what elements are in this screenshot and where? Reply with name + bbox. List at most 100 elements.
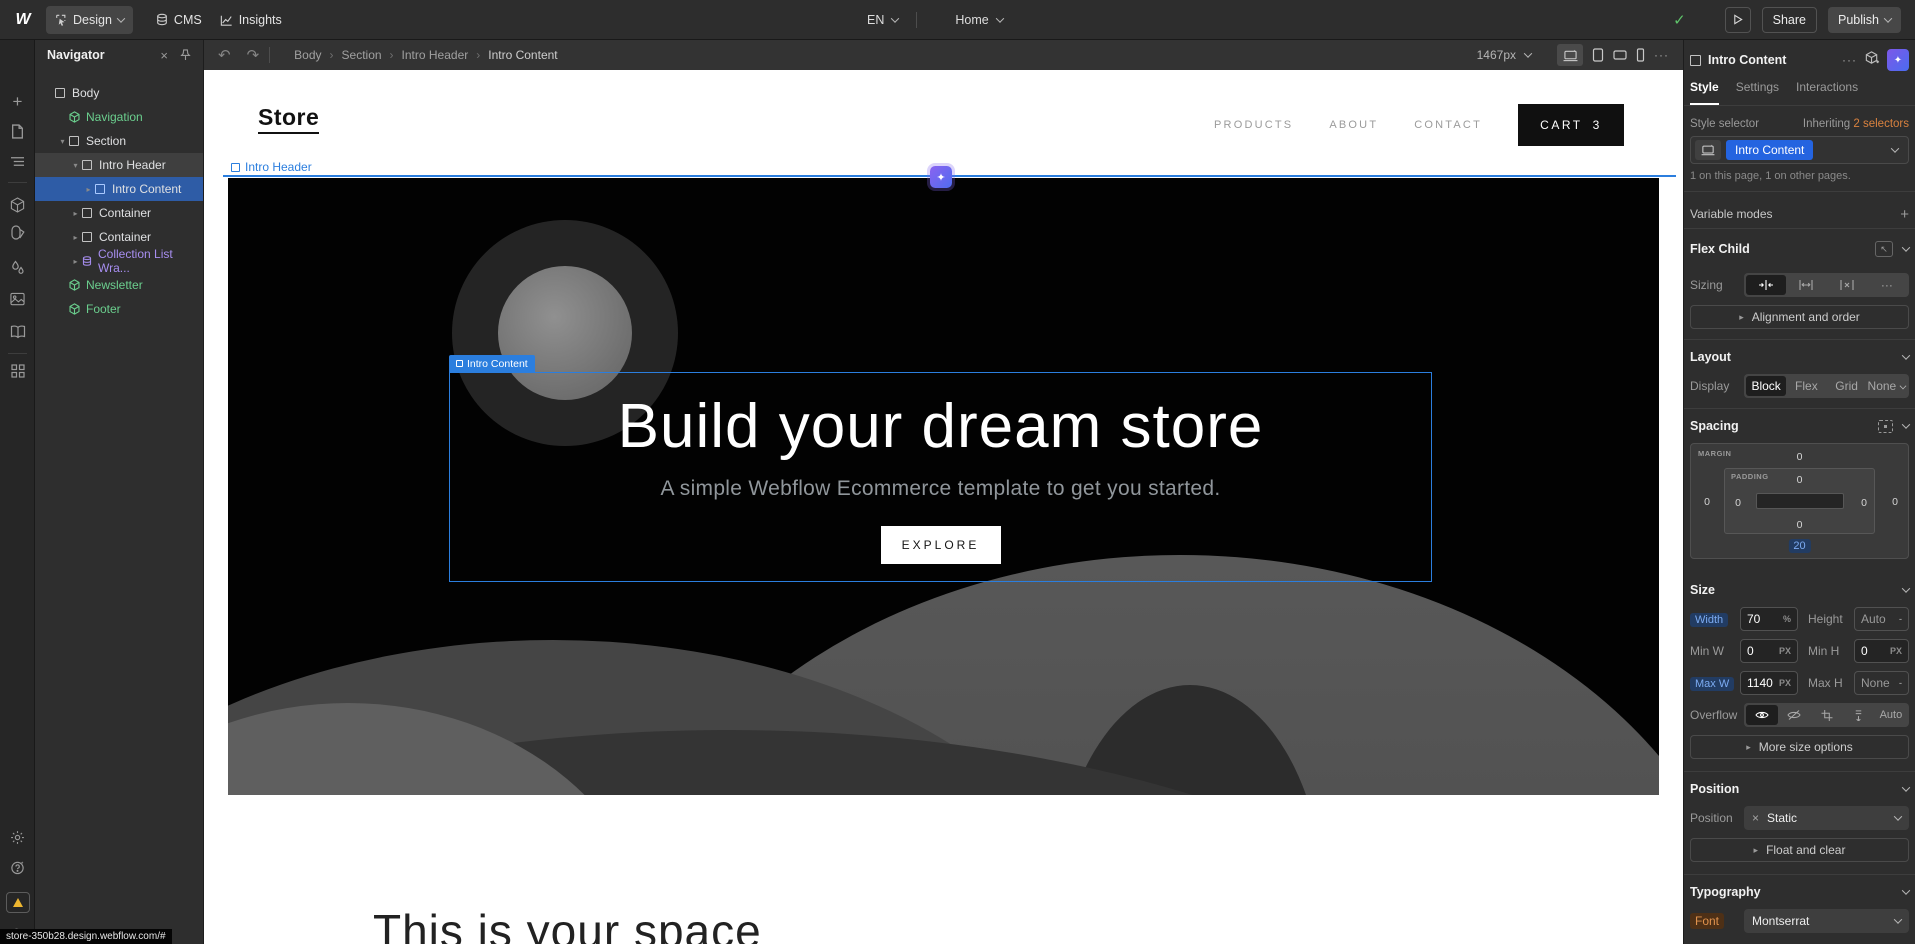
variables-icon[interactable]: [0, 260, 35, 275]
flex-parent-arrow-icon[interactable]: ↖: [1875, 241, 1893, 257]
publish-button[interactable]: Publish: [1828, 7, 1901, 33]
tree-item-container[interactable]: ▸ Container: [35, 225, 203, 249]
inherited-selectors-link[interactable]: 2 selectors: [1853, 118, 1909, 130]
add-element-icon[interactable]: +: [0, 92, 35, 112]
chevron-right-icon[interactable]: ▸: [69, 257, 82, 266]
cart-button[interactable]: CART 3: [1518, 104, 1624, 146]
tree-item-navigation[interactable]: Navigation: [35, 105, 203, 129]
tree-item-intro-content[interactable]: ▸ Intro Content: [35, 177, 203, 201]
create-component-icon[interactable]: [1864, 50, 1880, 71]
height-unit[interactable]: -: [1899, 614, 1902, 624]
ecommerce-icon[interactable]: [0, 325, 35, 339]
margin-left-value[interactable]: 0: [1704, 496, 1710, 508]
tab-style[interactable]: Style: [1690, 80, 1719, 105]
intro-content-block[interactable]: Build your dream store A simple Webflow …: [449, 372, 1432, 582]
ai-assistant-button[interactable]: ✦: [1887, 49, 1909, 71]
spacing-widget[interactable]: MARGIN 0 0 0 20 PADDING 0 0 0 0: [1690, 443, 1909, 559]
breadcrumb-intro-content[interactable]: Intro Content: [488, 48, 557, 62]
clear-icon[interactable]: ×: [1752, 811, 1759, 825]
chevron-down-icon[interactable]: [1902, 420, 1910, 428]
padding-top-value[interactable]: 0: [1797, 474, 1803, 486]
add-variable-mode-icon[interactable]: +: [1900, 206, 1909, 223]
sizing-shrink-option[interactable]: [1746, 275, 1786, 295]
padding-left-value[interactable]: 0: [1735, 497, 1741, 509]
size-section-header[interactable]: Size: [1690, 573, 1909, 607]
max-h-unit[interactable]: -: [1899, 678, 1902, 688]
design-mode-button[interactable]: Design: [46, 6, 133, 34]
position-dropdown[interactable]: × Static: [1744, 806, 1909, 830]
overflow-hidden-option[interactable]: [1778, 705, 1810, 725]
style-guide-icon[interactable]: [0, 225, 35, 240]
explore-button[interactable]: EXPLORE: [881, 526, 1001, 564]
element-menu-icon[interactable]: ···: [1842, 53, 1857, 67]
chevron-down-icon[interactable]: [995, 14, 1003, 22]
margin-bottom-value[interactable]: 20: [1788, 539, 1810, 553]
sizing-none-option[interactable]: [1827, 275, 1867, 295]
chevron-down-icon[interactable]: [1902, 243, 1910, 251]
overflow-auto-scroll-option[interactable]: [1843, 705, 1875, 725]
nav-link-contact[interactable]: CONTACT: [1414, 119, 1482, 131]
min-w-input[interactable]: 0 PX: [1740, 639, 1798, 663]
canvas-width-label[interactable]: 1467px: [1477, 48, 1516, 62]
chevron-down-icon[interactable]: ▾: [69, 161, 82, 170]
display-flex-option[interactable]: Flex: [1786, 376, 1826, 396]
margin-top-value[interactable]: 0: [1797, 451, 1803, 463]
class-selector-field[interactable]: Intro Content: [1690, 136, 1909, 164]
close-icon[interactable]: ×: [160, 48, 168, 63]
tree-item-intro-header[interactable]: ▾ Intro Header: [35, 153, 203, 177]
share-button[interactable]: Share: [1762, 7, 1817, 33]
margin-right-value[interactable]: 0: [1892, 496, 1898, 508]
preview-button[interactable]: [1725, 7, 1751, 33]
assets-icon[interactable]: [0, 292, 35, 306]
more-size-options-expander[interactable]: ▸ More size options: [1690, 735, 1909, 759]
max-w-unit[interactable]: PX: [1779, 678, 1791, 688]
min-h-unit[interactable]: PX: [1890, 646, 1902, 656]
spacing-section-header[interactable]: Spacing: [1690, 409, 1909, 443]
display-block-option[interactable]: Block: [1746, 376, 1786, 396]
sizing-grow-option[interactable]: [1786, 275, 1826, 295]
help-icon[interactable]: [0, 860, 35, 875]
breakpoint-desktop-button[interactable]: [1557, 44, 1583, 66]
class-pill[interactable]: Intro Content: [1726, 140, 1813, 160]
padding-bottom-value[interactable]: 0: [1797, 519, 1803, 531]
max-w-input[interactable]: 1140 PX: [1740, 671, 1798, 695]
spacing-mode-icon[interactable]: [1878, 420, 1893, 433]
tree-item-container[interactable]: ▸ Container: [35, 201, 203, 225]
chevron-down-icon[interactable]: [1524, 49, 1532, 57]
chevron-down-icon[interactable]: [891, 14, 899, 22]
breakpoint-tablet-button[interactable]: [1592, 48, 1604, 62]
overflow-auto-option[interactable]: Auto: [1875, 705, 1907, 725]
tree-item-newsletter[interactable]: Newsletter: [35, 273, 203, 297]
intro-header-hover-label[interactable]: Intro Header: [231, 160, 312, 174]
pages-icon[interactable]: [0, 124, 35, 139]
chevron-down-icon[interactable]: ▾: [56, 137, 69, 146]
redo-icon[interactable]: ↷: [247, 48, 260, 63]
page-name-label[interactable]: Home: [955, 13, 988, 27]
webflow-logo-icon[interactable]: W: [0, 11, 46, 29]
overflow-scroll-option[interactable]: [1810, 705, 1842, 725]
chevron-down-icon[interactable]: [1902, 351, 1910, 359]
chevron-down-icon[interactable]: [1902, 584, 1910, 592]
display-grid-option[interactable]: Grid: [1827, 376, 1867, 396]
tree-item-body[interactable]: Body: [35, 81, 203, 105]
sizing-more-option[interactable]: ···: [1867, 275, 1907, 295]
locale-label[interactable]: EN: [867, 13, 884, 27]
min-w-unit[interactable]: PX: [1779, 646, 1791, 656]
chevron-right-icon[interactable]: ▸: [82, 185, 95, 194]
store-brand-link[interactable]: Store: [258, 104, 319, 134]
tree-item-collection-list[interactable]: ▸ Collection List Wra...: [35, 249, 203, 273]
height-input[interactable]: Auto -: [1854, 607, 1909, 631]
settings-gear-icon[interactable]: [0, 830, 35, 845]
navigator-icon[interactable]: [0, 155, 35, 168]
pin-icon[interactable]: [180, 49, 191, 61]
insights-button[interactable]: Insights: [211, 6, 291, 34]
tree-item-footer[interactable]: Footer: [35, 297, 203, 321]
position-section-header[interactable]: Position: [1690, 772, 1909, 806]
undo-icon[interactable]: ↶: [218, 48, 231, 63]
more-breakpoints-icon[interactable]: ···: [1654, 48, 1669, 62]
breadcrumb-intro-header[interactable]: Intro Header: [402, 48, 469, 62]
nav-link-products[interactable]: PRODUCTS: [1214, 119, 1293, 131]
chevron-right-icon[interactable]: ▸: [69, 209, 82, 218]
flex-child-section-header[interactable]: Flex Child ↖: [1690, 229, 1909, 269]
overflow-visible-option[interactable]: [1746, 705, 1778, 725]
